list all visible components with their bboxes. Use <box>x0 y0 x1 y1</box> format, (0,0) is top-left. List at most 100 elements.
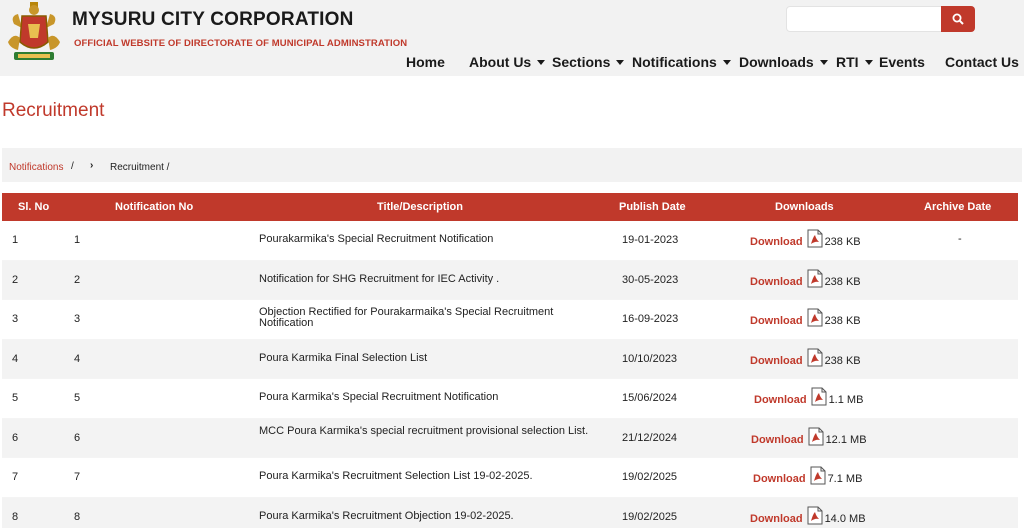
cell-sl-no: 8 <box>12 510 19 523</box>
site-header: MYSURU CITY CORPORATION OFFICIAL WEBSITE… <box>0 0 1024 76</box>
table-row: 6 6 MCC Poura Karmika's special recruitmen… <box>2 418 1018 458</box>
search-icon <box>952 13 964 25</box>
pdf-file-icon[interactable] <box>811 387 827 406</box>
header-notification-no: Notification No <box>115 201 194 213</box>
cell-download: Download 238 KB <box>750 229 861 248</box>
table-row: 1 1 Pourakarmika's Special Recruitment Not… <box>2 221 1018 261</box>
header-sl-no: Sl. No <box>18 201 50 213</box>
pdf-file-icon[interactable] <box>808 427 824 446</box>
nav-rti[interactable]: RTI <box>836 54 873 70</box>
nav-events-label: Events <box>879 54 925 70</box>
download-link[interactable]: Download <box>750 236 803 248</box>
cell-title: Pourakarmika's Special Recruitment Notif… <box>259 233 494 245</box>
caret-down-icon <box>819 59 828 65</box>
caret-down-icon <box>537 59 546 65</box>
cell-sl-no: 2 <box>12 273 19 286</box>
cell-title: Poura Karmika's Recruitment Objection 19… <box>259 509 514 522</box>
breadcrumb: Notifications / › Recruitment / <box>2 148 1022 182</box>
cell-notification-no: 8 <box>74 510 81 523</box>
cell-download: Download 7.1 MB <box>753 466 862 485</box>
file-size: 7.1 MB <box>827 473 863 485</box>
breadcrumb-arrow-icon: › <box>90 160 94 171</box>
nav-notifications-label: Notifications <box>632 54 717 70</box>
pdf-file-icon[interactable] <box>807 506 823 525</box>
download-link[interactable]: Download <box>750 513 803 525</box>
nav-rti-label: RTI <box>836 54 859 70</box>
file-size: 238 KB <box>824 354 861 367</box>
cell-sl-no: 6 <box>12 431 19 444</box>
cell-publish-date: 15/06/2024 <box>622 392 678 404</box>
header-publish-date: Publish Date <box>619 201 686 213</box>
cell-title: Notification for SHG Recruitment for IEC… <box>259 272 500 285</box>
header-downloads: Downloads <box>775 201 834 213</box>
nav-about-us-label: About Us <box>469 54 532 70</box>
nav-home-label: Home <box>406 54 445 70</box>
pdf-file-icon[interactable] <box>807 269 823 288</box>
nav-contact-us-label: Contact Us <box>945 54 1019 70</box>
cell-sl-no: 7 <box>12 471 19 483</box>
nav-sections[interactable]: Sections <box>552 54 625 70</box>
recruitment-table: Sl. No Notification No Title/Description… <box>2 193 1018 528</box>
cell-publish-date: 21/12/2024 <box>622 431 678 444</box>
nav-contact-us[interactable]: Contact Us <box>945 54 1019 70</box>
cell-archive-date: - <box>958 233 962 245</box>
download-link[interactable]: Download <box>750 315 803 327</box>
cell-title: MCC Poura Karmika's special recruitment … <box>259 424 589 437</box>
download-link[interactable]: Download <box>751 434 804 446</box>
table-row: 5 5 Poura Karmika's Special Recruitment No… <box>2 379 1018 419</box>
cell-title: Poura Karmika's Special Recruitment Noti… <box>259 391 499 403</box>
header-archive-date: Archive Date <box>924 201 992 213</box>
pdf-file-icon[interactable] <box>807 308 823 327</box>
nav-about-us[interactable]: About Us <box>469 54 546 70</box>
cell-download: Download 238 KB <box>750 269 861 288</box>
nav-home[interactable]: Home <box>406 54 445 70</box>
table-row: 4 4 Poura Karmika Final Selection List 10/1… <box>2 339 1018 379</box>
nav-notifications[interactable]: Notifications <box>632 54 731 70</box>
table-row: 8 8 Poura Karmika's Recruitment Objection … <box>2 497 1018 528</box>
karnataka-emblem-logo[interactable] <box>4 2 64 64</box>
nav-downloads-label: Downloads <box>739 54 814 70</box>
cell-title: Objection Rectified for Pourakarmaika's … <box>259 306 554 329</box>
download-link[interactable]: Download <box>750 276 803 288</box>
caret-down-icon <box>616 59 625 65</box>
breadcrumb-link-notifications[interactable]: Notifications <box>9 162 63 173</box>
search-button[interactable] <box>941 6 975 32</box>
cell-publish-date: 19/02/2025 <box>622 510 678 523</box>
cell-publish-date: 19-01-2023 <box>622 234 679 246</box>
pdf-file-icon[interactable] <box>807 229 823 248</box>
cell-notification-no: 3 <box>74 313 81 325</box>
file-size: 238 KB <box>824 275 861 288</box>
nav-events[interactable]: Events <box>879 54 925 70</box>
cell-notification-no: 2 <box>74 273 81 286</box>
breadcrumb-separator: / <box>71 161 74 172</box>
table-body: 1 1 Pourakarmika's Special Recruitment Not… <box>2 221 1018 528</box>
pdf-file-icon[interactable] <box>807 348 823 367</box>
cell-sl-no: 5 <box>12 392 19 404</box>
site-subtitle: OFFICIAL WEBSITE OF DIRECTORATE OF MUNIC… <box>74 38 408 49</box>
file-size: 12.1 MB <box>825 433 867 446</box>
cell-download: Download 238 KB <box>750 348 861 367</box>
cell-notification-no: 7 <box>74 471 81 483</box>
cell-sl-no: 4 <box>12 352 19 365</box>
cell-publish-date: 16-09-2023 <box>622 313 679 325</box>
download-link[interactable]: Download <box>753 473 806 485</box>
cell-download: Download 1.1 MB <box>754 387 863 406</box>
cell-notification-no: 1 <box>74 234 81 246</box>
search-input[interactable] <box>786 6 942 32</box>
download-link[interactable]: Download <box>750 355 803 367</box>
site-title[interactable]: MYSURU CITY CORPORATION <box>72 9 354 31</box>
cell-notification-no: 5 <box>74 392 81 404</box>
page-title: Recruitment <box>2 100 105 121</box>
download-link[interactable]: Download <box>754 394 807 406</box>
nav-downloads[interactable]: Downloads <box>739 54 828 70</box>
file-size: 1.1 MB <box>828 394 864 406</box>
file-size: 14.0 MB <box>824 512 866 525</box>
table-row: 2 2 Notification for SHG Recruitment for I… <box>2 260 1018 300</box>
breadcrumb-current: Recruitment / <box>110 162 170 173</box>
cell-notification-no: 4 <box>74 352 81 365</box>
file-size: 238 KB <box>824 236 861 248</box>
cell-sl-no: 1 <box>12 234 19 246</box>
table-header: Sl. No Notification No Title/Description… <box>2 193 1018 221</box>
pdf-file-icon[interactable] <box>810 466 826 485</box>
cell-publish-date: 19/02/2025 <box>622 471 678 483</box>
